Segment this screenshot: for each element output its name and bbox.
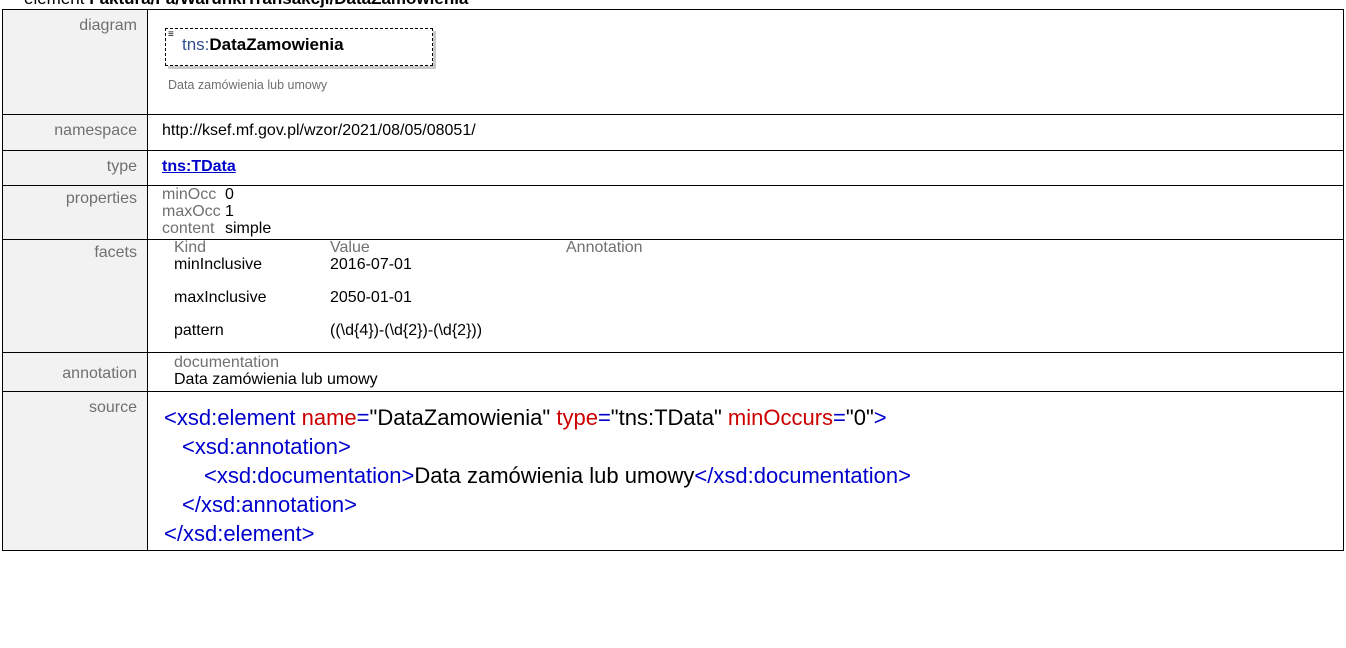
- facet-row: pattern ((\d{4})-(\d{2})-(\d{2})): [174, 322, 1343, 339]
- facets-header-kind: Kind: [174, 239, 207, 256]
- facets-table: Kind Value Annotation minInclusive 2016-…: [174, 240, 1343, 340]
- property-value: 0: [225, 186, 234, 203]
- diagram-caption: Data zamówienia lub umowy: [168, 78, 328, 92]
- type-link[interactable]: tns:TData: [162, 158, 236, 175]
- facets-header-value: Value: [330, 239, 370, 256]
- source-code: <xsd:element name="DataZamowienia" type=…: [164, 399, 1343, 548]
- properties-cell: minOcc 0 maxOcc 1 content simple: [147, 185, 1344, 240]
- source-line: <xsd:annotation>: [182, 434, 351, 459]
- facet-kind: minInclusive: [174, 256, 263, 273]
- element-box-name: tns:DataZamowienia: [182, 35, 344, 55]
- facet-value: 2050-01-01: [330, 289, 412, 306]
- row-label-type: type: [2, 150, 148, 186]
- facets-header: Kind Value Annotation: [174, 240, 1343, 256]
- element-ns-prefix: tns:: [182, 35, 210, 54]
- annotation-value: Data zamówienia lub umowy: [174, 371, 378, 388]
- facets-header-annotation: Annotation: [566, 239, 643, 256]
- diagram-row: diagram ≡ tns:DataZamowienia Data zamówi…: [2, 9, 1344, 115]
- property-row: maxOcc 1: [162, 203, 1343, 220]
- source-line: </xsd:annotation>: [182, 492, 357, 517]
- facet-value: ((\d{4})-(\d{2})-(\d{2})): [330, 322, 483, 339]
- property-key: minOcc: [162, 186, 217, 203]
- properties-list: minOcc 0 maxOcc 1 content simple: [162, 186, 1343, 237]
- properties-row: properties minOcc 0 maxOcc 1 content sim…: [2, 185, 1344, 240]
- annotation-row: annotation documentation Data zamówienia…: [2, 352, 1344, 392]
- facets-row: facets Kind Value Annotation minInclusiv…: [2, 239, 1344, 353]
- property-value: 1: [225, 203, 234, 220]
- facet-kind: pattern: [174, 322, 224, 339]
- source-row: source <xsd:element name="DataZamowienia…: [2, 391, 1344, 551]
- diagram-area: ≡ tns:DataZamowienia Data zamówienia lub…: [148, 10, 1343, 114]
- element-heading: element Faktura/Fa/WarunkiTransakcji/Dat…: [24, 0, 468, 9]
- annotation-key: documentation: [174, 354, 279, 371]
- row-label-namespace: namespace: [2, 114, 148, 151]
- property-row: content simple: [162, 220, 1343, 237]
- diagram-cell: ≡ tns:DataZamowienia Data zamówienia lub…: [147, 9, 1344, 115]
- facet-kind: maxInclusive: [174, 289, 267, 306]
- facet-row: minInclusive 2016-07-01: [174, 256, 1343, 273]
- row-label-annotation: annotation: [2, 352, 148, 392]
- facet-value: 2016-07-01: [330, 256, 412, 273]
- type-cell: tns:TData: [147, 150, 1344, 186]
- property-key: maxOcc: [162, 203, 221, 220]
- element-doc-table: diagram ≡ tns:DataZamowienia Data zamówi…: [2, 9, 1344, 551]
- row-label-facets: facets: [2, 239, 148, 353]
- element-local-name: DataZamowienia: [209, 35, 344, 54]
- annotation-block: documentation Data zamówienia lub umowy: [174, 354, 1343, 389]
- heading-prefix: element: [24, 0, 84, 8]
- source-line: <xsd:documentation>Data zamówienia lub u…: [204, 463, 911, 488]
- source-line: </xsd:element>: [164, 521, 315, 546]
- heading-path: Faktura/Fa/WarunkiTransakcji/DataZamowie…: [89, 0, 468, 8]
- annotation-cell: documentation Data zamówienia lub umowy: [147, 352, 1344, 392]
- source-line: <xsd:element name="DataZamowienia" type=…: [164, 405, 887, 430]
- property-value: simple: [225, 220, 272, 237]
- namespace-row: namespace http://ksef.mf.gov.pl/wzor/202…: [2, 114, 1344, 151]
- namespace-value: http://ksef.mf.gov.pl/wzor/2021/08/05/08…: [147, 114, 1344, 151]
- row-label-source: source: [2, 391, 148, 551]
- element-box[interactable]: ≡ tns:DataZamowienia: [165, 28, 433, 66]
- property-key: content: [162, 220, 215, 237]
- facet-row: maxInclusive 2050-01-01: [174, 289, 1343, 306]
- type-row: type tns:TData: [2, 150, 1344, 186]
- property-row: minOcc 0: [162, 186, 1343, 203]
- facets-cell: Kind Value Annotation minInclusive 2016-…: [147, 239, 1344, 353]
- row-label-diagram: diagram: [2, 9, 148, 115]
- documentation-icon: ≡: [168, 29, 174, 40]
- source-cell: <xsd:element name="DataZamowienia" type=…: [147, 391, 1344, 551]
- row-label-properties: properties: [2, 185, 148, 240]
